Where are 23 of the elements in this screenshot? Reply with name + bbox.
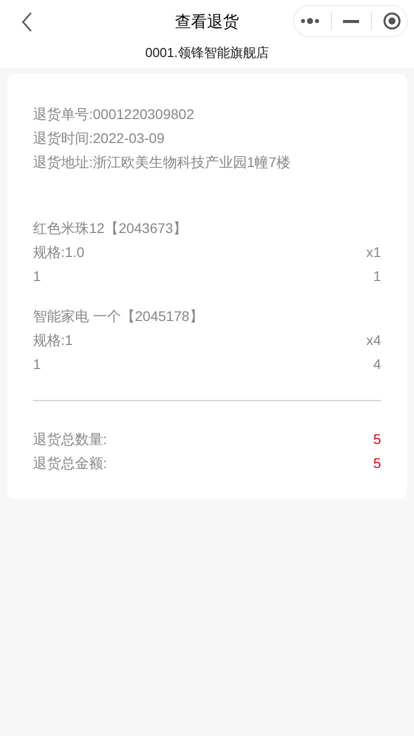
back-icon[interactable] — [20, 11, 34, 33]
product-value: 1 — [373, 267, 381, 286]
store-name: 0001.领锋智能旗舰店 — [144, 44, 270, 62]
product-value: 1 — [33, 267, 41, 286]
product-spec: 规格:1 — [33, 331, 73, 350]
product-name: 智能家电 一个【2045178】 — [33, 307, 204, 326]
product-name: 红色米珠12【2043673】 — [33, 219, 188, 238]
product-value: 4 — [373, 355, 381, 374]
product-quantity: x1 — [366, 243, 381, 262]
info-line: 退货时间:2022-03-09 — [33, 129, 166, 148]
more-icon[interactable] — [300, 18, 320, 24]
total-label: 退货总数量: — [33, 430, 107, 449]
close-icon[interactable] — [383, 12, 402, 30]
info-line: 退货单号:0001220309802 — [33, 105, 196, 124]
page-title: 查看退货 — [175, 12, 239, 33]
product-quantity: x4 — [366, 331, 381, 350]
product-spec: 规格:1.0 — [33, 243, 84, 262]
total-label: 退货总金额: — [33, 454, 107, 473]
total-value: 5 — [373, 454, 381, 473]
product-value: 1 — [33, 355, 41, 374]
total-value: 5 — [373, 430, 381, 449]
info-line: 退货地址:浙江欧美生物科技产业园1幢7楼 — [33, 153, 292, 172]
minimize-icon[interactable] — [343, 20, 360, 22]
